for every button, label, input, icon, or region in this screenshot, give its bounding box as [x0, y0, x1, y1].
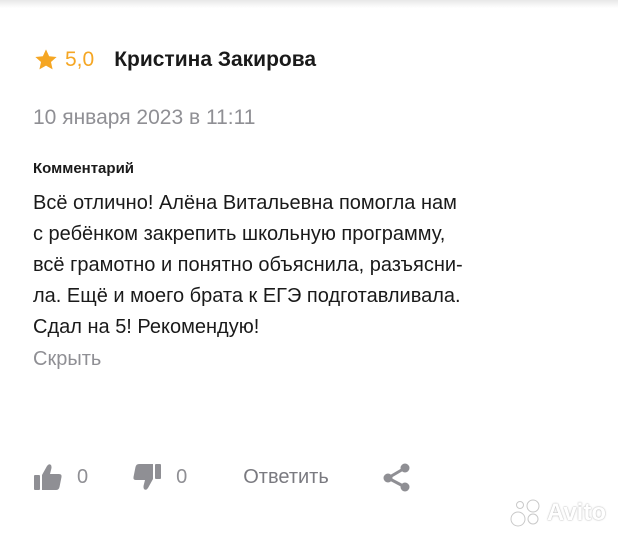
comment-label: Комментарий — [33, 160, 135, 177]
share-icon — [383, 463, 410, 492]
avito-watermark: Avito — [509, 498, 606, 528]
reply-button[interactable]: Ответить — [243, 466, 329, 489]
comment-line: Всё отлично! Алёна Витальевна помогла на… — [33, 192, 457, 214]
hide-comment-link[interactable]: Скрыть — [33, 347, 603, 371]
review-date: 10 января 2023 в 11:11 — [33, 106, 256, 129]
thumbs-down-icon — [133, 464, 162, 490]
avito-logo-icon — [510, 499, 540, 527]
share-button[interactable] — [381, 462, 413, 492]
dislike-button[interactable]: 0 — [132, 463, 187, 491]
thumbs-up-icon — [34, 464, 62, 490]
dislike-count: 0 — [176, 465, 188, 488]
comment-line: с ребёнком закрепить школьную программу, — [33, 223, 446, 245]
comment-text: Всё отлично! Алёна Витальевна помогла на… — [33, 188, 603, 343]
like-count: 0 — [77, 465, 89, 488]
author-name[interactable]: Кристина Закирова — [114, 48, 316, 72]
rating-value: 5,0 — [65, 48, 95, 71]
review-card: 5,0 Кристина Закирова 10 января 2023 в 1… — [33, 40, 603, 371]
like-button[interactable]: 0 — [33, 463, 88, 491]
review-header: 5,0 Кристина Закирова — [33, 40, 603, 80]
comment-line: ла. Ещё и моего брата к ЕГЭ подготавлива… — [33, 285, 461, 307]
comment-line: всё грамотно и понятно объяснила, разъяс… — [33, 254, 463, 276]
avito-watermark-text: Avito — [546, 499, 606, 526]
top-divider — [0, 0, 618, 8]
comment-line: Сдал на 5! Рекомендую! — [33, 316, 260, 338]
star-icon — [35, 49, 57, 70]
review-actions: 0 0 Ответить — [33, 455, 413, 499]
